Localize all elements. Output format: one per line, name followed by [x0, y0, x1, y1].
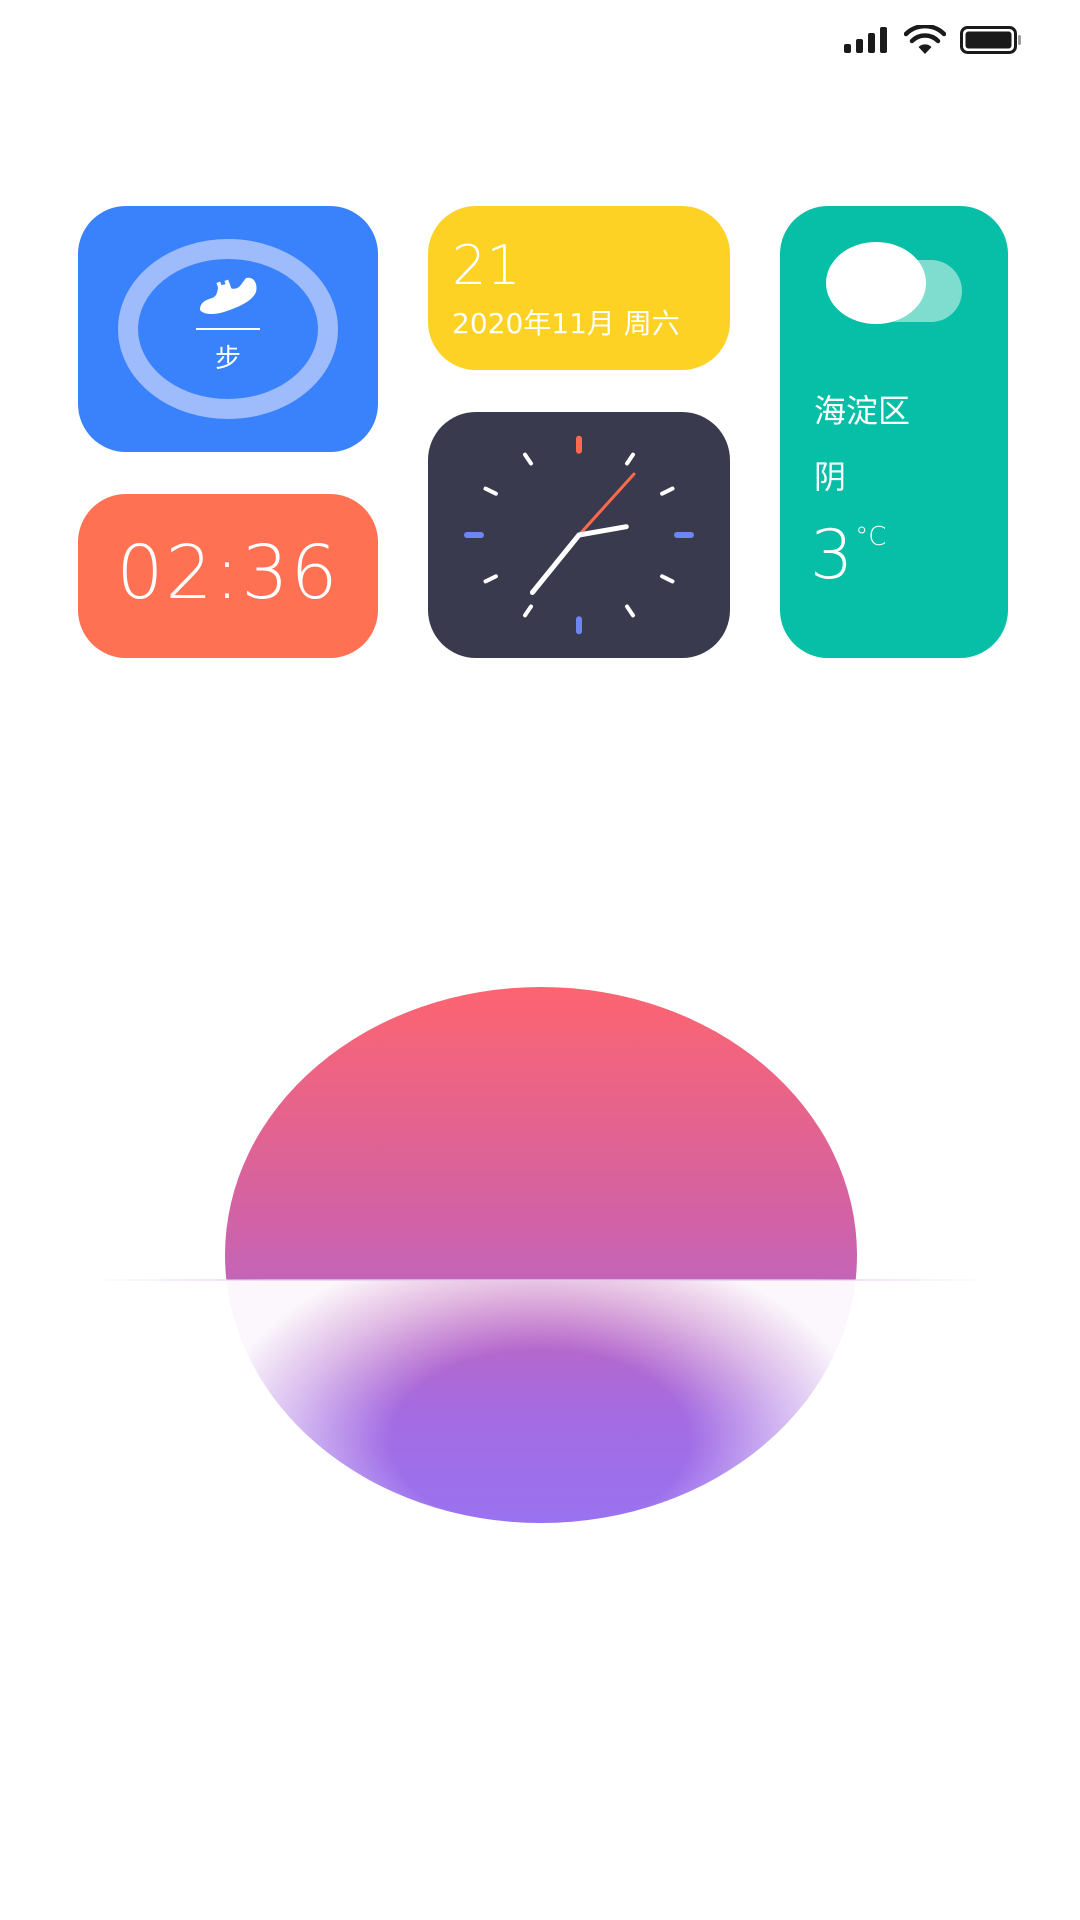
sneaker-icon	[200, 277, 257, 315]
battery-icon	[960, 26, 1021, 54]
minute-hand	[529, 532, 582, 595]
horizon-line	[90, 1279, 990, 1281]
date-line: 2020年11月 周六	[452, 307, 680, 340]
digital-time: 02:36	[116, 530, 340, 616]
clock-tick	[625, 452, 635, 466]
clock-tick	[660, 574, 675, 584]
temperature-unit: °C	[855, 522, 887, 552]
cloud-icon	[826, 242, 962, 324]
status-bar	[844, 22, 1022, 58]
steps-widget[interactable]: 步	[78, 206, 378, 452]
wifi-icon	[904, 25, 946, 54]
weather-condition: 阴	[814, 458, 847, 496]
weather-location: 海淀区	[814, 392, 911, 430]
weather-widget[interactable]: 海淀区 阴 3°C	[780, 206, 1008, 658]
clock-tick	[660, 486, 675, 496]
clock-tick	[523, 604, 533, 618]
weather-temperature: 3°C	[810, 522, 886, 590]
clock-face	[464, 435, 694, 635]
signal-icon	[844, 27, 887, 53]
time-widget[interactable]: 02:36	[78, 494, 378, 658]
clock-tick	[625, 604, 635, 618]
date-day: 21	[452, 234, 521, 297]
steps-label: 步	[214, 344, 241, 374]
clock-tick	[523, 452, 533, 466]
clock-tick	[483, 574, 498, 584]
temperature-value: 3	[810, 516, 854, 595]
clock-tick	[483, 486, 498, 496]
analog-clock-widget[interactable]	[428, 412, 730, 658]
date-widget[interactable]: 21 2020年11月 周六	[428, 206, 730, 370]
steps-divider	[196, 328, 260, 330]
sun-reflection-mist	[0, 1280, 1080, 1920]
